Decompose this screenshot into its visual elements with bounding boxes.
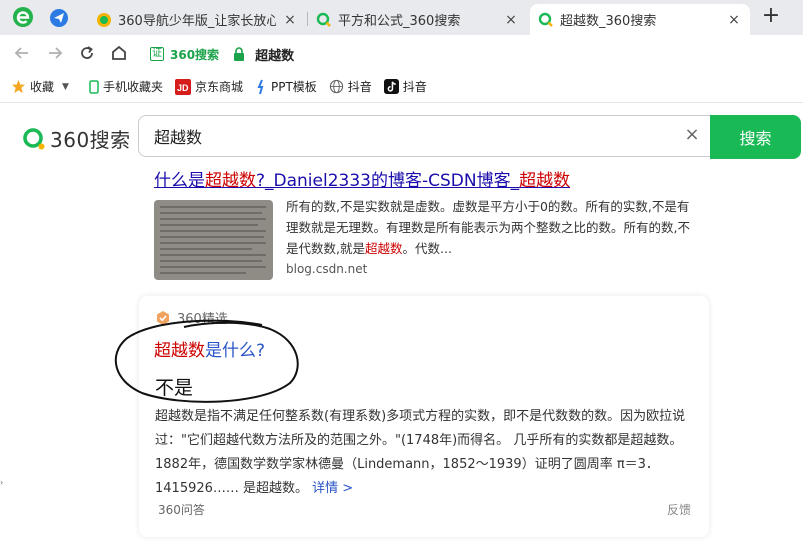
bookmark-douyin-2[interactable]: 抖音 (383, 78, 427, 95)
card-answer: 不是 (155, 377, 194, 399)
answer-card: 360精选 超越数是什么? 不是 超越数是指不满足任何整系数(有理系数)多项式方… (139, 296, 709, 537)
clear-search-icon[interactable]: × (683, 126, 701, 144)
back-button[interactable] (10, 41, 34, 65)
tab-title: 平方和公式_360搜索 (338, 14, 461, 29)
card-body: 超越数是指不满足任何整系数(有理系数)多项式方程的实数，即不是代数数的数。因为欧… (155, 405, 695, 501)
dropdown-arrow-icon[interactable]: ▼ (62, 82, 69, 92)
bookmark-label: 抖音 (402, 80, 427, 94)
ppt-icon (255, 79, 267, 95)
bookmark-label: 京东商城 (194, 80, 243, 94)
tab-close-icon[interactable]: × (726, 12, 742, 28)
card-source[interactable]: 360问答 (158, 501, 205, 518)
new-tab-button[interactable]: + (760, 4, 782, 30)
details-link[interactable]: 详情 > (312, 481, 353, 496)
360-search-logo[interactable]: 360搜索 (22, 124, 131, 153)
bookmark-label: 手机收藏夹 (102, 80, 163, 94)
question-highlight: 超越数 (154, 341, 205, 361)
tab-360-kids-nav[interactable]: 360导航少年版_让家长放心， × (88, 4, 306, 35)
certificate-badge[interactable]: 证 360搜索 (144, 46, 219, 63)
search-header: 360搜索 × 搜索 (0, 104, 803, 168)
bookmarks-bar: 收藏 ▼ 手机收藏夹 JD 京东商城 PPT模板 抖音 抖音 (0, 71, 803, 103)
svg-text:JD: JD (177, 83, 189, 93)
bookmark-douyin-1[interactable]: 抖音 (329, 78, 372, 95)
bookmark-label: 收藏 (30, 80, 55, 94)
title-part: ?_Daniel2333的博客-CSDN博客_ (256, 171, 520, 191)
title-part: 什么是 (154, 171, 205, 191)
bookmark-label: PPT模板 (270, 80, 317, 94)
tab-strip: 360导航少年版_让家长放心， × 平方和公式_360搜索 × 超越数_360搜… (0, 0, 803, 35)
search-input[interactable] (154, 126, 654, 146)
result-snippet: 所有的数,不是实数就是虚数。虚数是平方小于0的数。所有的实数,不是有理数就是无理… (286, 196, 696, 259)
bookmark-label: 抖音 (347, 80, 372, 94)
result-title-link[interactable]: 什么是超越数?_Daniel2333的博客-CSDN博客_超越数 (154, 168, 714, 194)
360-search-favicon-icon (316, 12, 331, 27)
bookmark-mobile-favorites[interactable]: 手机收藏夹 (89, 78, 163, 95)
address-bar: 证 360搜索 超越数 (0, 35, 803, 71)
certificate-label: 360搜索 (170, 47, 220, 62)
bookmark-jd[interactable]: JD 京东商城 (174, 78, 243, 95)
360-logo-icon (23, 127, 45, 149)
360-search-favicon-icon (538, 12, 553, 27)
card-badge: 360精选 (155, 308, 228, 327)
snippet-text: 。代数... (402, 241, 452, 256)
question-text: 是什么? (205, 341, 266, 361)
card-question-link[interactable]: 超越数是什么? (154, 336, 265, 361)
browser-logo-icon[interactable] (11, 5, 35, 29)
search-input-box[interactable] (138, 115, 711, 157)
lock-icon (234, 47, 245, 61)
arrow-left-icon (14, 47, 28, 59)
result-thumbnail[interactable] (154, 200, 273, 280)
reload-button[interactable] (75, 41, 99, 65)
bookmark-ppt[interactable]: PPT模板 (255, 78, 317, 95)
card-badge-label: 360精选 (177, 312, 228, 327)
send-icon[interactable] (49, 8, 69, 28)
star-icon (11, 79, 26, 94)
bookmark-favorites[interactable]: 收藏 ▼ (11, 78, 77, 95)
tiktok-icon (383, 79, 399, 94)
tab-close-icon[interactable]: × (503, 12, 519, 28)
home-button[interactable] (107, 41, 131, 65)
jd-icon: JD (174, 78, 191, 95)
search-button[interactable]: 搜索 (710, 115, 801, 159)
title-highlight: 超越数 (205, 171, 256, 191)
home-icon (112, 45, 126, 60)
globe-icon (329, 79, 344, 94)
360-kids-favicon-icon (97, 12, 111, 27)
forward-button[interactable] (43, 41, 67, 65)
omnibox[interactable]: 证 360搜索 超越数 (144, 40, 803, 68)
title-highlight: 超越数 (519, 171, 571, 191)
tab-title: 360导航少年版_让家长放心， (118, 14, 276, 29)
certificate-icon: 证 (150, 47, 164, 61)
result-url[interactable]: blog.csdn.net (286, 262, 367, 276)
tab-transcendental-number[interactable]: 超越数_360搜索 × (530, 4, 750, 35)
tab-title: 超越数_360搜索 (560, 14, 657, 29)
snippet-highlight: 超越数 (364, 241, 403, 256)
card-body-text: 超越数是指不满足任何整系数(有理系数)多项式方程的实数，即不是代数数的数。因为欧… (155, 409, 686, 496)
snippet-text: 所有的数,不是实数就是虚数。虚数是平方小于0的数。所有的实数,不是有理数就是无理… (286, 199, 690, 256)
search-result: 什么是超越数?_Daniel2333的博客-CSDN博客_超越数 所有的数,不是… (154, 168, 714, 280)
logo-text: 360搜索 (50, 128, 131, 152)
reload-icon (81, 46, 93, 59)
feedback-link[interactable]: 反馈 (667, 501, 691, 518)
arrow-right-icon (49, 47, 63, 59)
phone-icon (89, 79, 99, 94)
tab-close-icon[interactable]: × (282, 12, 298, 28)
tab-square-sum-formula[interactable]: 平方和公式_360搜索 × (308, 4, 527, 35)
360-selection-icon (155, 310, 171, 326)
url-text: 超越数 (255, 48, 295, 64)
left-edge-arrow-icon[interactable]: › (0, 478, 3, 487)
